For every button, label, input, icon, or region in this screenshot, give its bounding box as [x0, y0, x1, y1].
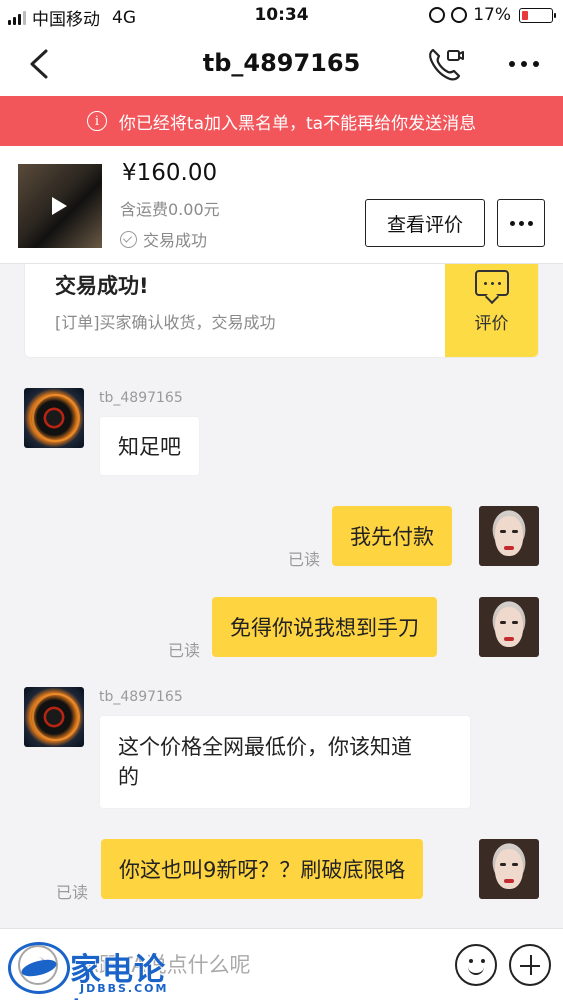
product-more-button[interactable] — [497, 199, 545, 247]
plus-icon[interactable] — [509, 944, 551, 986]
my-avatar[interactable] — [479, 839, 539, 899]
trade-status: 交易成功 — [120, 227, 207, 251]
message-sender: tb_4897165 — [99, 390, 183, 406]
message-text-line: 的 — [118, 765, 139, 789]
message-bubble-outgoing: 你这也叫9新呀？？刷破底限咯 — [101, 839, 424, 899]
message-bubble-incoming: 这个价格全网最低价，你该知道 的 — [99, 715, 471, 809]
alarm-icon — [451, 7, 468, 23]
transaction-card[interactable]: 交易成功! [订单]买家确认收货，交易成功 评价 — [24, 264, 539, 358]
message-bubble-outgoing: 我先付款 — [332, 506, 452, 566]
watermark-subtext: JDBBS.COM — [80, 982, 169, 995]
evaluate-button[interactable]: 评价 — [445, 264, 538, 357]
lock-rotation-icon — [429, 7, 446, 23]
battery-icon — [519, 7, 556, 23]
evaluate-label: 评价 — [474, 314, 509, 334]
transaction-title: 交易成功! — [55, 274, 149, 298]
site-watermark: 家电论坛 JDBBS.COM — [8, 938, 188, 1000]
message-bubble-outgoing: 免得你说我想到手刀 — [212, 597, 437, 657]
shipping-fee: 含运费0.00元 — [120, 200, 220, 219]
check-circle-icon — [120, 230, 137, 248]
read-receipt: 已读 — [56, 883, 89, 902]
message-sender: tb_4897165 — [99, 689, 183, 705]
read-receipt: 已读 — [168, 641, 201, 660]
status-bar: 中国移动 4G 10:34 17% — [0, 0, 563, 32]
watermark-logo-icon — [8, 942, 70, 994]
product-price: ¥160.00 — [122, 160, 218, 186]
product-thumbnail[interactable] — [18, 164, 102, 248]
message-bubble-incoming: 知足吧 — [99, 416, 200, 476]
info-icon: i — [86, 111, 107, 131]
emoji-icon[interactable] — [455, 944, 497, 986]
seller-avatar[interactable] — [24, 687, 84, 747]
view-review-button[interactable]: 查看评价 — [365, 199, 485, 247]
comment-icon — [475, 270, 509, 296]
read-receipt: 已读 — [288, 550, 321, 569]
phone-video-icon[interactable] — [426, 44, 466, 84]
my-avatar[interactable] — [479, 506, 539, 566]
chat-title: tb_4897165 — [202, 49, 361, 77]
transaction-subtitle: [订单]买家确认收货，交易成功 — [55, 313, 276, 332]
trade-status-label: 交易成功 — [143, 231, 208, 250]
more-dots-icon[interactable] — [504, 52, 544, 76]
my-avatar[interactable] — [479, 597, 539, 657]
blacklist-banner: i 你已经将ta加入黑名单，ta不能再给你发送消息 — [0, 96, 563, 146]
nav-bar: tb_4897165 — [0, 32, 563, 96]
blacklist-text: 你已经将ta加入黑名单，ta不能再给你发送消息 — [118, 113, 477, 134]
battery-percent: 17% — [473, 5, 511, 25]
message-text-line: 这个价格全网最低价，你该知道 — [118, 735, 412, 759]
play-icon — [52, 197, 67, 215]
product-header: ¥160.00 含运费0.00元 交易成功 查看评价 — [0, 146, 563, 264]
seller-avatar[interactable] — [24, 388, 84, 448]
